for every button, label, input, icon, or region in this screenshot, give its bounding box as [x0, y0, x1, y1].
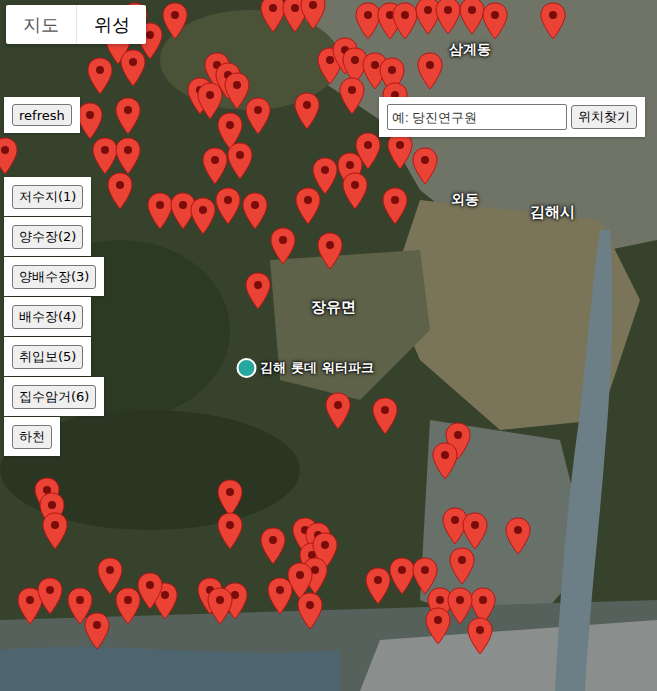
marker-pin-icon[interactable] — [270, 227, 296, 265]
marker-pin-icon[interactable] — [217, 479, 243, 517]
layer-button[interactable]: 집수암거(6) — [12, 385, 96, 409]
marker-pin-icon[interactable] — [505, 517, 531, 555]
map-type-tab[interactable]: 지도 — [6, 5, 76, 44]
marker-pin-icon[interactable] — [339, 77, 365, 115]
marker-pin-icon[interactable] — [387, 132, 413, 170]
layer-button[interactable]: 저수지(1) — [12, 185, 83, 209]
marker-pin-icon[interactable] — [382, 187, 408, 225]
marker-pin-icon[interactable] — [355, 2, 381, 40]
marker-pin-icon[interactable] — [432, 442, 458, 480]
marker-pin-icon[interactable] — [245, 272, 271, 310]
map-label: 장유면 — [311, 298, 356, 317]
poi-icon — [236, 358, 256, 378]
marker-pin-icon[interactable] — [115, 97, 141, 135]
marker-pin-icon[interactable] — [162, 2, 188, 40]
marker-pin-icon[interactable] — [392, 2, 418, 40]
layer-panel: 취입보(5) — [4, 337, 91, 376]
marker-pin-icon[interactable] — [77, 102, 103, 140]
marker-pin-icon[interactable] — [115, 137, 141, 175]
marker-pin-icon[interactable] — [242, 192, 268, 230]
marker-pin-icon[interactable] — [197, 82, 223, 120]
marker-pin-icon[interactable] — [137, 572, 163, 610]
map-label: 김해 롯데 워터파크 — [236, 358, 373, 378]
marker-pin-icon[interactable] — [147, 192, 173, 230]
marker-pin-icon[interactable] — [300, 0, 326, 30]
layer-panel: 저수지(1) — [4, 177, 91, 216]
marker-pin-icon[interactable] — [260, 527, 286, 565]
marker-pin-icon[interactable] — [447, 587, 473, 625]
layer-controls: 저수지(1) 양수장(2) 양배수장(3) 배수장(4) 취입보(5) 집수암거(6) 하천 — [4, 177, 104, 456]
refresh-panel: refresh — [4, 97, 80, 133]
marker-pin-icon[interactable] — [365, 567, 391, 605]
map-label: 외동 — [451, 191, 479, 209]
map-label: 김해시 — [530, 203, 575, 222]
marker-pin-icon[interactable] — [389, 557, 415, 595]
marker-pin-icon[interactable] — [482, 2, 508, 40]
marker-pin-icon[interactable] — [312, 157, 338, 195]
marker-pin-icon[interactable] — [435, 0, 461, 35]
search-panel: 위치찾기 — [379, 97, 645, 137]
marker-pin-icon[interactable] — [267, 577, 293, 615]
refresh-button[interactable]: refresh — [12, 104, 72, 126]
layer-panel: 양배수장(3) — [4, 257, 104, 296]
marker-pin-icon[interactable] — [342, 172, 368, 210]
map-label: 삼계동 — [449, 41, 491, 59]
layer-panel: 집수암거(6) — [4, 377, 104, 416]
map-type-control: 지도위성 — [6, 5, 146, 44]
map-page: 삼계동외동김해시장유면김해 롯데 워터파크 지도위성 refresh 위치찾기저수지(… — [0, 0, 657, 691]
marker-pin-icon[interactable] — [37, 577, 63, 615]
marker-pin-icon[interactable] — [325, 392, 351, 430]
marker-pin-icon[interactable] — [540, 2, 566, 40]
marker-pin-icon[interactable] — [0, 137, 18, 175]
marker-pin-icon[interactable] — [412, 147, 438, 185]
marker-pin-icon[interactable] — [417, 52, 443, 90]
marker-pin-icon[interactable] — [97, 557, 123, 595]
marker-pin-icon[interactable] — [227, 142, 253, 180]
marker-pin-icon[interactable] — [115, 587, 141, 625]
layer-button[interactable]: 하천 — [12, 425, 52, 449]
marker-pin-icon[interactable] — [295, 187, 321, 225]
marker-pin-icon[interactable] — [260, 0, 286, 33]
layer-button[interactable]: 양수장(2) — [12, 225, 83, 249]
layer-panel: 배수장(4) — [4, 297, 91, 336]
layer-button[interactable]: 배수장(4) — [12, 305, 83, 329]
layer-panel: 하천 — [4, 417, 60, 456]
marker-pin-icon[interactable] — [107, 172, 133, 210]
marker-pin-icon[interactable] — [467, 617, 493, 655]
marker-pin-icon[interactable] — [355, 132, 381, 170]
marker-pin-icon[interactable] — [245, 97, 271, 135]
marker-pin-icon[interactable] — [87, 57, 113, 95]
map-type-tab[interactable]: 위성 — [76, 5, 146, 44]
marker-pin-icon[interactable] — [202, 147, 228, 185]
marker-pin-icon[interactable] — [224, 72, 250, 110]
layer-button[interactable]: 취입보(5) — [12, 345, 83, 369]
marker-pin-icon[interactable] — [84, 612, 110, 650]
marker-pin-icon[interactable] — [317, 232, 343, 270]
layer-panel: 양수장(2) — [4, 217, 91, 256]
marker-pin-icon[interactable] — [42, 512, 68, 550]
marker-pin-icon[interactable] — [294, 92, 320, 130]
marker-pin-icon[interactable] — [462, 512, 488, 550]
search-button[interactable]: 위치찾기 — [571, 105, 637, 129]
marker-pin-icon[interactable] — [215, 187, 241, 225]
marker-pin-icon[interactable] — [92, 137, 118, 175]
marker-pin-icon[interactable] — [372, 397, 398, 435]
marker-pin-icon[interactable] — [217, 512, 243, 550]
marker-pin-icon[interactable] — [425, 607, 451, 645]
search-input[interactable] — [387, 104, 567, 130]
layer-button[interactable]: 양배수장(3) — [12, 265, 96, 289]
marker-pin-icon[interactable] — [449, 547, 475, 585]
marker-pin-icon[interactable] — [459, 0, 485, 35]
marker-pin-icon[interactable] — [297, 592, 323, 630]
marker-pin-icon[interactable] — [120, 49, 146, 87]
marker-pin-icon[interactable] — [207, 587, 233, 625]
marker-pin-icon[interactable] — [190, 197, 216, 235]
